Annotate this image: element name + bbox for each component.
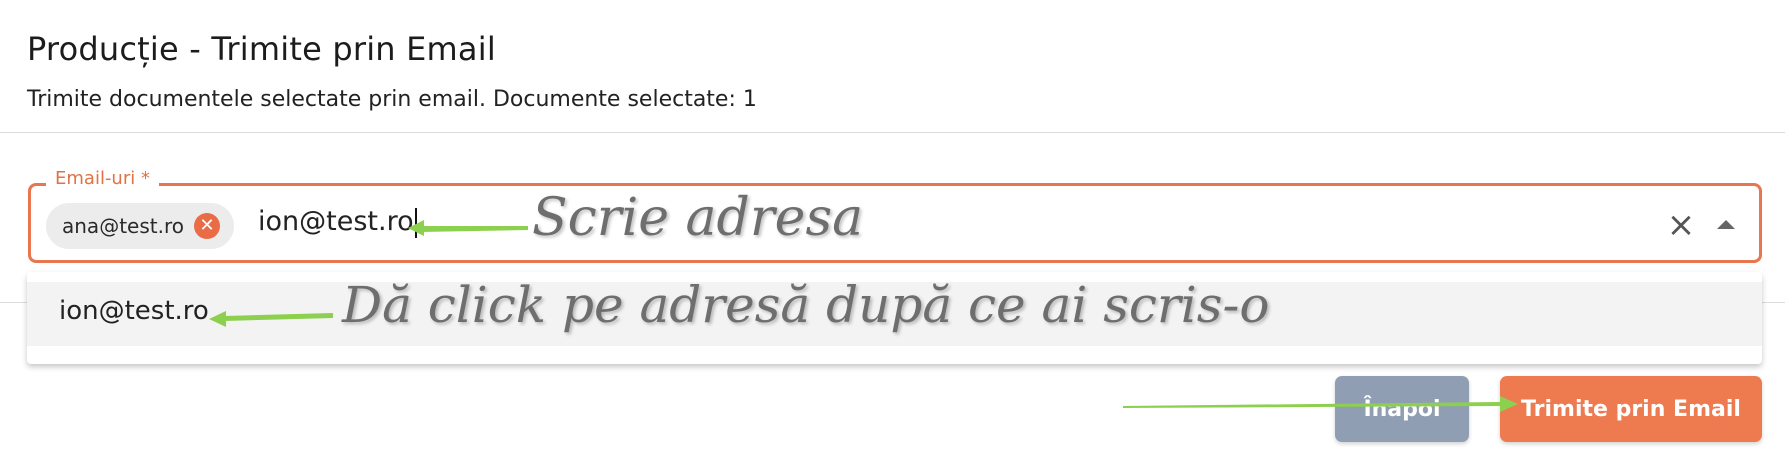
arrow-send-hint — [1123, 396, 1518, 412]
annotation-type-hint: Scrie adresa — [532, 188, 864, 248]
arrow-type-hint — [408, 220, 528, 236]
annotation-arrows — [209, 220, 1518, 412]
annotation-click-hint: Dă click pe adresă după ce ai scris-o — [342, 276, 1270, 334]
arrow-click-hint — [209, 311, 333, 327]
